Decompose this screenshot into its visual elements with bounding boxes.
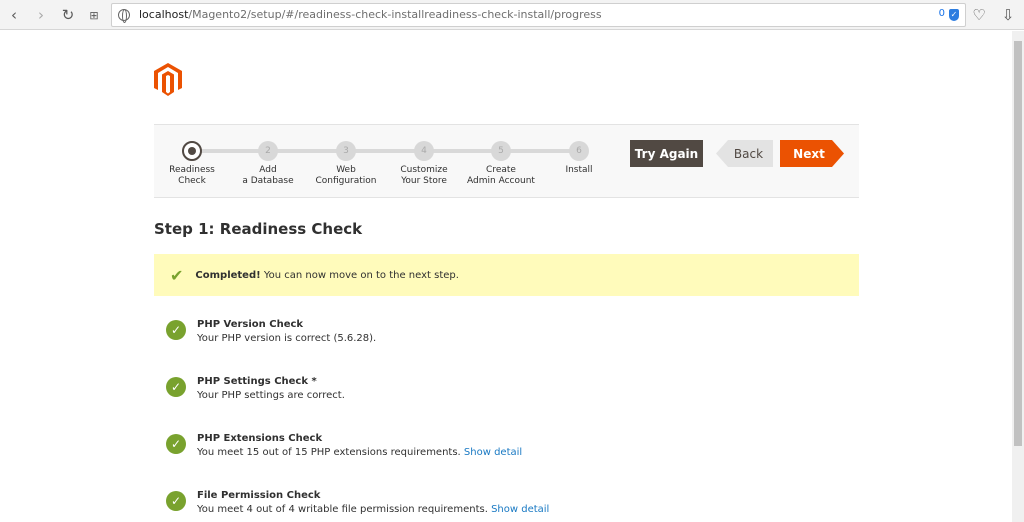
next-button[interactable]: Next: [780, 140, 844, 167]
step-create-admin: 5 Create Admin Account: [461, 141, 541, 187]
magento-logo-icon: [154, 63, 182, 96]
shield-count: 0: [938, 8, 945, 19]
url-text[interactable]: localhost/Magento2/setup/#/readiness-che…: [139, 8, 602, 21]
download-icon[interactable]: ⇩: [998, 5, 1018, 25]
globe-icon: [118, 9, 130, 23]
step-web-configuration: 3 Web Configuration: [306, 141, 386, 187]
address-bar[interactable]: localhost/Magento2/setup/#/readiness-che…: [111, 3, 966, 27]
back-icon[interactable]: ‹: [4, 5, 24, 25]
check-circle-icon: ✓: [166, 491, 186, 511]
step-customize-store: 4 Customize Your Store: [384, 141, 464, 187]
back-button[interactable]: Back: [716, 140, 773, 167]
scroll-thumb[interactable]: [1014, 41, 1022, 446]
refresh-icon[interactable]: ↻: [58, 5, 78, 25]
browser-toolbar: ‹ › ↻ ⊞ localhost/Magento2/setup/#/readi…: [0, 0, 1024, 30]
shield-icon[interactable]: ✓: [949, 9, 959, 21]
page-title: Step 1: Readiness Check: [154, 220, 363, 238]
heart-icon[interactable]: ♡: [969, 5, 989, 25]
step-readiness-check: Readiness Check: [152, 141, 232, 187]
try-again-button[interactable]: Try Again: [630, 140, 703, 167]
forward-icon[interactable]: ›: [31, 5, 51, 25]
step-install: 6 Install: [539, 141, 619, 176]
step-dot-active: [182, 141, 202, 161]
show-detail-link[interactable]: Show detail: [491, 504, 549, 515]
check-circle-icon: ✓: [166, 377, 186, 397]
completed-notice: ✔ Completed! You can now move on to the …: [154, 254, 859, 296]
check-circle-icon: ✓: [166, 320, 186, 340]
check-icon: ✔: [170, 265, 184, 285]
scrollbar[interactable]: [1012, 31, 1024, 522]
step-add-database: 2 Add a Database: [228, 141, 308, 187]
check-circle-icon: ✓: [166, 434, 186, 454]
grid-icon[interactable]: ⊞: [84, 5, 104, 25]
show-detail-link[interactable]: Show detail: [464, 447, 522, 458]
